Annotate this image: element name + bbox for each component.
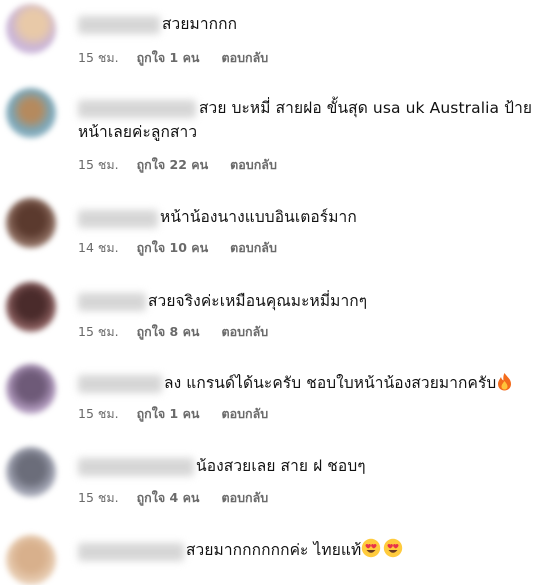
avatar[interactable] <box>6 364 56 414</box>
comment-text: หน้าน้องนางแบบอินเตอร์มาก <box>160 208 357 226</box>
like-count: 8 คน <box>169 324 200 339</box>
reply-button[interactable]: ตอบกลับ <box>221 404 268 424</box>
avatar[interactable] <box>6 88 56 138</box>
avatar[interactable] <box>6 4 56 54</box>
avatar[interactable] <box>6 535 56 585</box>
like-count: 22 คน <box>169 157 209 172</box>
avatar[interactable] <box>6 198 56 248</box>
comment-text: สวยจริงค่ะเหมือนคุณมะหมี่มากๆ <box>148 292 368 310</box>
like-button[interactable]: ถูกใจ 22 คน <box>137 155 209 175</box>
comment-time: 15 ชม. <box>78 157 119 172</box>
author-name-blurred[interactable] <box>78 543 184 561</box>
comment-meta: 15 ชม. ถูกใจ 8 คน ตอบกลับ <box>78 322 268 342</box>
like-button[interactable]: ถูกใจ 10 คน <box>137 238 209 258</box>
comment-meta: 15 ชม. ถูกใจ 1 คน ตอบกลับ <box>78 48 268 68</box>
comment-text: ลง แกรนด์ได้นะครับ ชอบใบหน้าน้องสวยมากคร… <box>164 371 513 398</box>
comment-meta: 15 ชม. ถูกใจ 22 คน ตอบกลับ <box>78 155 277 175</box>
reply-button[interactable]: ตอบกลับ <box>221 488 268 508</box>
reply-button[interactable]: ตอบกลับ <box>221 48 268 68</box>
like-count: 4 คน <box>169 490 200 505</box>
like-button[interactable]: ถูกใจ 8 คน <box>137 322 200 342</box>
like-count: 1 คน <box>169 50 200 65</box>
like-count: 1 คน <box>169 406 200 421</box>
like-button[interactable]: ถูกใจ 1 คน <box>137 48 200 68</box>
reply-button[interactable]: ตอบกลับ <box>230 155 277 175</box>
reply-button[interactable]: ตอบกลับ <box>230 238 277 258</box>
like-button[interactable]: ถูกใจ 4 คน <box>137 488 200 508</box>
heart-eyes-emoji-icon <box>361 538 381 565</box>
like-button[interactable]: ถูกใจ 1 คน <box>137 404 200 424</box>
like-count: 10 คน <box>169 240 209 255</box>
avatar[interactable] <box>6 447 56 497</box>
author-name-blurred[interactable] <box>78 16 160 34</box>
comment-text-continued: หน้าเลยค่ะลูกสาว <box>78 123 198 141</box>
comment-time: 15 ชม. <box>78 324 119 339</box>
comment-meta: 14 ชม. ถูกใจ 10 คน ตอบกลับ <box>78 238 277 258</box>
comment-meta: 15 ชม. ถูกใจ 4 คน ตอบกลับ <box>78 488 268 508</box>
author-name-blurred[interactable] <box>78 100 196 118</box>
comment-text: สวยมากกกกกกค่ะ ไทยแท้ <box>186 538 403 565</box>
reply-button[interactable]: ตอบกลับ <box>221 322 268 342</box>
comment-time: 15 ชม. <box>78 50 119 65</box>
comment-text: สวย บะหมี่ สายฝอ ขั้นสุด usa uk Australi… <box>199 99 533 117</box>
comment-meta: 15 ชม. ถูกใจ 1 คน ตอบกลับ <box>78 404 268 424</box>
author-name-blurred[interactable] <box>78 375 162 393</box>
comment-text: สวยมากกก <box>162 15 238 33</box>
fire-emoji-icon <box>496 372 513 398</box>
author-name-blurred[interactable] <box>78 210 158 228</box>
avatar[interactable] <box>6 282 56 332</box>
heart-eyes-emoji-icon <box>383 538 403 565</box>
author-name-blurred[interactable] <box>78 458 194 476</box>
author-name-blurred[interactable] <box>78 293 146 311</box>
comment-text: น้องสวยเลย สาย ฝ ชอบๆ <box>196 457 366 475</box>
comment-time: 14 ชม. <box>78 240 119 255</box>
comment-time: 15 ชม. <box>78 406 119 421</box>
comment-time: 15 ชม. <box>78 490 119 505</box>
